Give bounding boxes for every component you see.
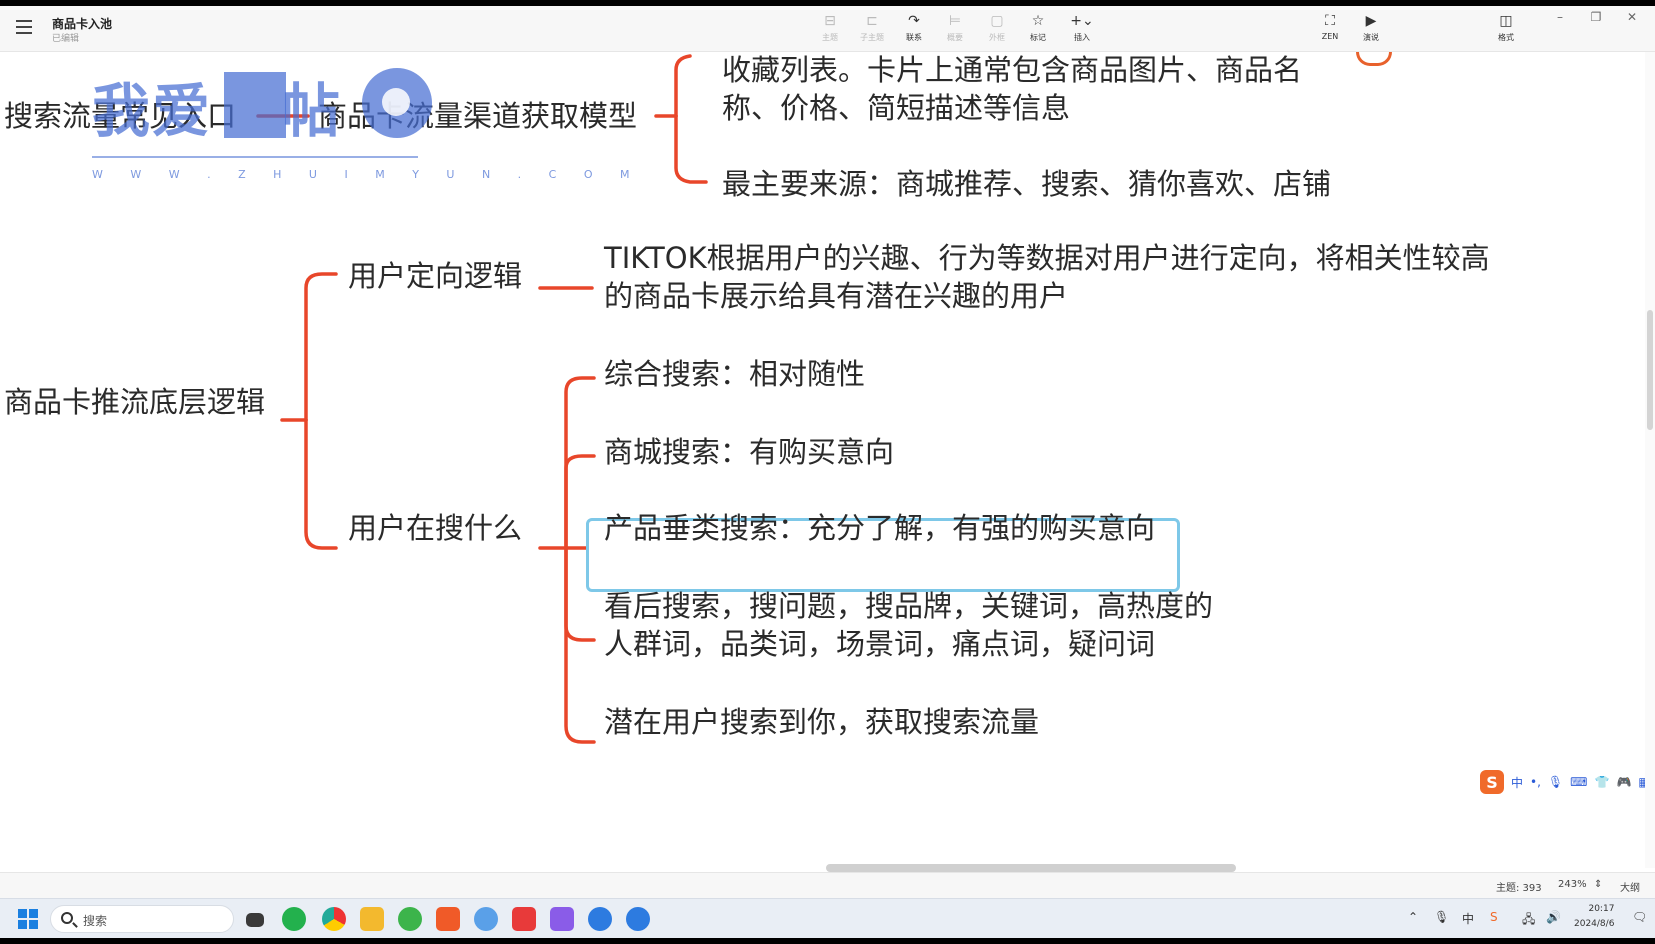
topic-count: 主题: 393 xyxy=(1496,883,1542,894)
node-user-search[interactable]: 用户在搜什么 xyxy=(348,508,522,548)
tray-sogou-icon[interactable]: S xyxy=(1490,910,1498,924)
taskbar-clock[interactable]: 20:17 2024/8/6 xyxy=(1574,902,1614,932)
close-icon[interactable]: ✕ xyxy=(1620,10,1644,24)
microphone-icon[interactable]: 🎙 xyxy=(1548,775,1563,789)
node-main-sources[interactable]: 最主要来源：商城推荐、搜索、猜你喜欢、店铺 xyxy=(722,164,1331,204)
node-search-vertical[interactable]: 产品垂类搜索：充分了解，有强的购买意向 xyxy=(604,508,1155,548)
subtopic-button[interactable]: ⊏ 子主题 xyxy=(854,12,890,43)
cloud-app-icon[interactable] xyxy=(474,907,498,931)
zoom-stepper-icon[interactable]: ⇕ xyxy=(1594,879,1602,890)
node-targeting-desc-line1[interactable]: TIKTOK根据用户的兴趣、行为等数据对用户进行定向，将相关性较高 xyxy=(604,238,1490,278)
boundary-button[interactable]: ▢ 外框 xyxy=(979,12,1015,43)
node-card-desc-line2[interactable]: 称、价格、简短描述等信息 xyxy=(722,88,1070,128)
summary-icon: ⊨ xyxy=(948,13,962,29)
tray-network-icon[interactable]: 🖧 xyxy=(1522,910,1535,931)
topic-button[interactable]: ⊟ 主题 xyxy=(812,12,848,43)
tray-expand-icon[interactable]: ⌃ xyxy=(1408,910,1418,924)
node-card-desc-line1[interactable]: 收藏列表。卡片上通常包含商品图片、商品名 xyxy=(722,50,1302,90)
outline-button[interactable]: 大纲 xyxy=(1620,879,1640,894)
minimize-icon[interactable]: – xyxy=(1548,10,1572,24)
keyboard-icon[interactable]: ⌨ xyxy=(1570,775,1587,789)
taskbar-search[interactable]: 搜索 xyxy=(50,905,234,933)
topic-icon: ⊟ xyxy=(824,13,836,29)
horizontal-scroll-thumb[interactable] xyxy=(826,864,1236,872)
node-search-after-view-line1[interactable]: 看后搜索，搜问题，搜品牌，关键词，高热度的 xyxy=(604,586,1213,626)
ime-toolbar[interactable]: S 中 •, 🎙 ⌨ 👕 🎮 ▦ xyxy=(1480,769,1650,795)
marker-button[interactable]: ☆ 标记 xyxy=(1020,12,1056,43)
watermark-underline xyxy=(92,156,418,158)
search-icon xyxy=(61,912,73,924)
watermark-logo: 我爱帖 W W W . Z H U I M Y U N . C O M xyxy=(92,64,630,194)
mindmap-canvas[interactable]: 搜索流量常见入口 商品卡流量渠道获取模型 收藏列表。卡片上通常包含商品图片、商品… xyxy=(0,52,1655,868)
restore-icon[interactable]: ❐ xyxy=(1584,10,1608,24)
vertical-scrollbar[interactable] xyxy=(1645,52,1655,868)
ime-mode[interactable]: 中 xyxy=(1511,774,1523,791)
node-targeting-desc-line2[interactable]: 的商品卡展示给具有潜在兴趣的用户 xyxy=(604,276,1068,316)
insert-button[interactable]: +⌄ 插入 xyxy=(1064,12,1100,43)
watermark-text: 我爱帖 xyxy=(92,77,343,145)
wps-icon[interactable] xyxy=(512,907,536,931)
hamburger-menu-icon[interactable] xyxy=(16,20,32,34)
tray-mic-icon[interactable]: 🎙 xyxy=(1434,910,1449,924)
relation-icon: ↷ xyxy=(908,13,920,29)
document-status: 已编辑 xyxy=(52,34,80,44)
status-bar: 主题: 393 243% ⇕ 大纲 xyxy=(0,872,1655,898)
notification-icon[interactable]: 🗨 xyxy=(1632,910,1647,924)
app-window: 商品卡入池 已编辑 ⊟ 主题 ⊏ 子主题 ↷ 联系 ⊨ 概要 ▢ 外框 ☆ 标记… xyxy=(0,6,1655,938)
app-purple-icon[interactable] xyxy=(550,907,574,931)
present-button[interactable]: ▶ 演说 xyxy=(1353,12,1389,43)
windows-start-icon[interactable] xyxy=(18,909,38,929)
vertical-scroll-thumb[interactable] xyxy=(1647,310,1653,430)
browser-icon[interactable] xyxy=(398,907,422,931)
node-search-mall[interactable]: 商城搜索：有购买意向 xyxy=(604,432,894,472)
windows-taskbar: 搜索 ⌃ 🎙 中 S 🖧 🔊 20:17 2024/8/6 🗨 xyxy=(0,898,1655,938)
watermark-circle-icon xyxy=(362,68,432,138)
task-view-icon[interactable] xyxy=(246,913,264,927)
node-push-logic[interactable]: 商品卡推流底层逻辑 xyxy=(4,382,265,422)
format-button[interactable]: ◫ 格式 xyxy=(1488,12,1524,43)
wechat-icon[interactable] xyxy=(282,907,306,931)
chrome-icon[interactable] xyxy=(322,907,346,931)
plus-icon: +⌄ xyxy=(1070,13,1094,29)
app-blue-icon[interactable] xyxy=(588,907,612,931)
relation-button[interactable]: ↷ 联系 xyxy=(896,12,932,43)
panel-icon: ◫ xyxy=(1499,13,1513,29)
fullscreen-icon: ⛶ xyxy=(1325,13,1335,29)
node-search-general[interactable]: 综合搜索：相对随性 xyxy=(604,354,865,394)
skin-icon[interactable]: 👕 xyxy=(1594,775,1609,789)
sogou-logo-icon[interactable]: S xyxy=(1480,770,1504,794)
document-title: 商品卡入池 xyxy=(52,17,113,31)
node-user-targeting[interactable]: 用户定向逻辑 xyxy=(348,256,522,296)
star-icon: ☆ xyxy=(1031,13,1045,29)
summary-button[interactable]: ⊨ 概要 xyxy=(937,12,973,43)
zoom-level[interactable]: 243% xyxy=(1558,879,1587,890)
node-search-after-view-line2[interactable]: 人群词，品类词，场景词，痛点词，疑问词 xyxy=(604,624,1155,664)
tray-volume-icon[interactable]: 🔊 xyxy=(1546,910,1561,924)
watermark-url: W W W . Z H U I M Y U N . C O M xyxy=(92,168,642,181)
xmind-icon[interactable] xyxy=(436,907,460,931)
punctuation-icon[interactable]: •, xyxy=(1530,775,1541,789)
boundary-icon: ▢ xyxy=(990,13,1004,29)
top-toolbar: 商品卡入池 已编辑 ⊟ 主题 ⊏ 子主题 ↷ 联系 ⊨ 概要 ▢ 外框 ☆ 标记… xyxy=(0,6,1655,52)
play-icon: ▶ xyxy=(1365,13,1377,29)
zen-button[interactable]: ⛶ ZEN xyxy=(1312,12,1348,41)
subtopic-icon: ⊏ xyxy=(866,13,878,29)
app-blue-2-icon[interactable] xyxy=(626,907,650,931)
file-explorer-icon[interactable] xyxy=(360,907,384,931)
tray-lang[interactable]: 中 xyxy=(1462,910,1474,927)
node-search-traffic[interactable]: 潜在用户搜索到你，获取搜索流量 xyxy=(604,702,1039,742)
game-icon[interactable]: 🎮 xyxy=(1616,775,1631,789)
